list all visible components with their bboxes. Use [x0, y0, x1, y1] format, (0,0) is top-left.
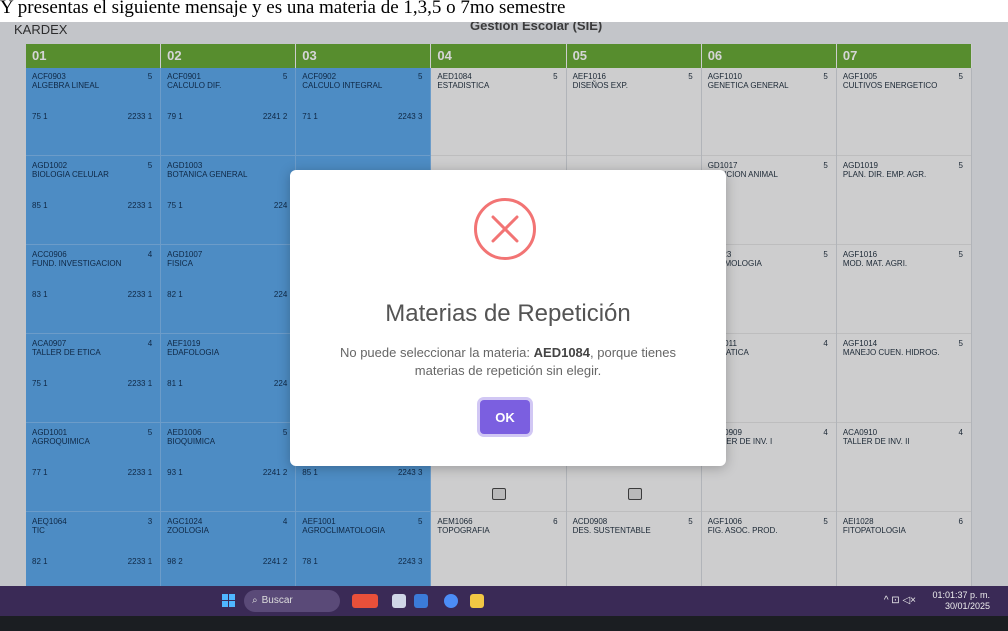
taskbar-search-label: Buscar	[261, 595, 293, 606]
start-icon[interactable]	[222, 594, 236, 608]
task-view-icon[interactable]	[392, 594, 406, 608]
monitor-screen: KARDEX Gestión Escolar (SIE) 01 ACF0903 AL…	[0, 16, 1008, 616]
taskbar-clock[interactable]: 01:01:37 p. m. 30/01/2025	[932, 590, 990, 612]
error-x-icon	[474, 198, 536, 260]
post-caption: Y presentas el siguiente mensaje y es un…	[0, 0, 1008, 22]
dialog-subject-code: AED1084	[533, 345, 591, 360]
taskbar-search[interactable]: ⌕ Buscar	[244, 590, 340, 612]
edge-browser-icon[interactable]	[414, 594, 428, 608]
clock-date: 30/01/2025	[944, 601, 990, 611]
widgets-icon[interactable]	[352, 594, 378, 608]
system-tray[interactable]: ^ ⊡ ◁×	[884, 595, 916, 606]
file-explorer-icon[interactable]	[470, 594, 484, 608]
search-icon: ⌕	[252, 595, 258, 606]
chrome-icon[interactable]	[444, 594, 458, 608]
alert-dialog: Materias de Repetición No puede seleccio…	[290, 170, 726, 466]
dialog-message: No puede seleccionar la materia: AED1084…	[330, 344, 686, 380]
taskbar: ⌕ Buscar ^ ⊡ ◁× 01:01:37 p. m. 30/01/2025	[0, 586, 1008, 616]
dialog-title: Materias de Repetición	[385, 300, 631, 327]
ok-button[interactable]: OK	[480, 400, 530, 434]
clock-time: 01:01:37 p. m.	[932, 590, 990, 600]
monitor-bezel	[0, 616, 1008, 631]
dialog-message-part1: No puede seleccionar la materia:	[339, 345, 534, 360]
